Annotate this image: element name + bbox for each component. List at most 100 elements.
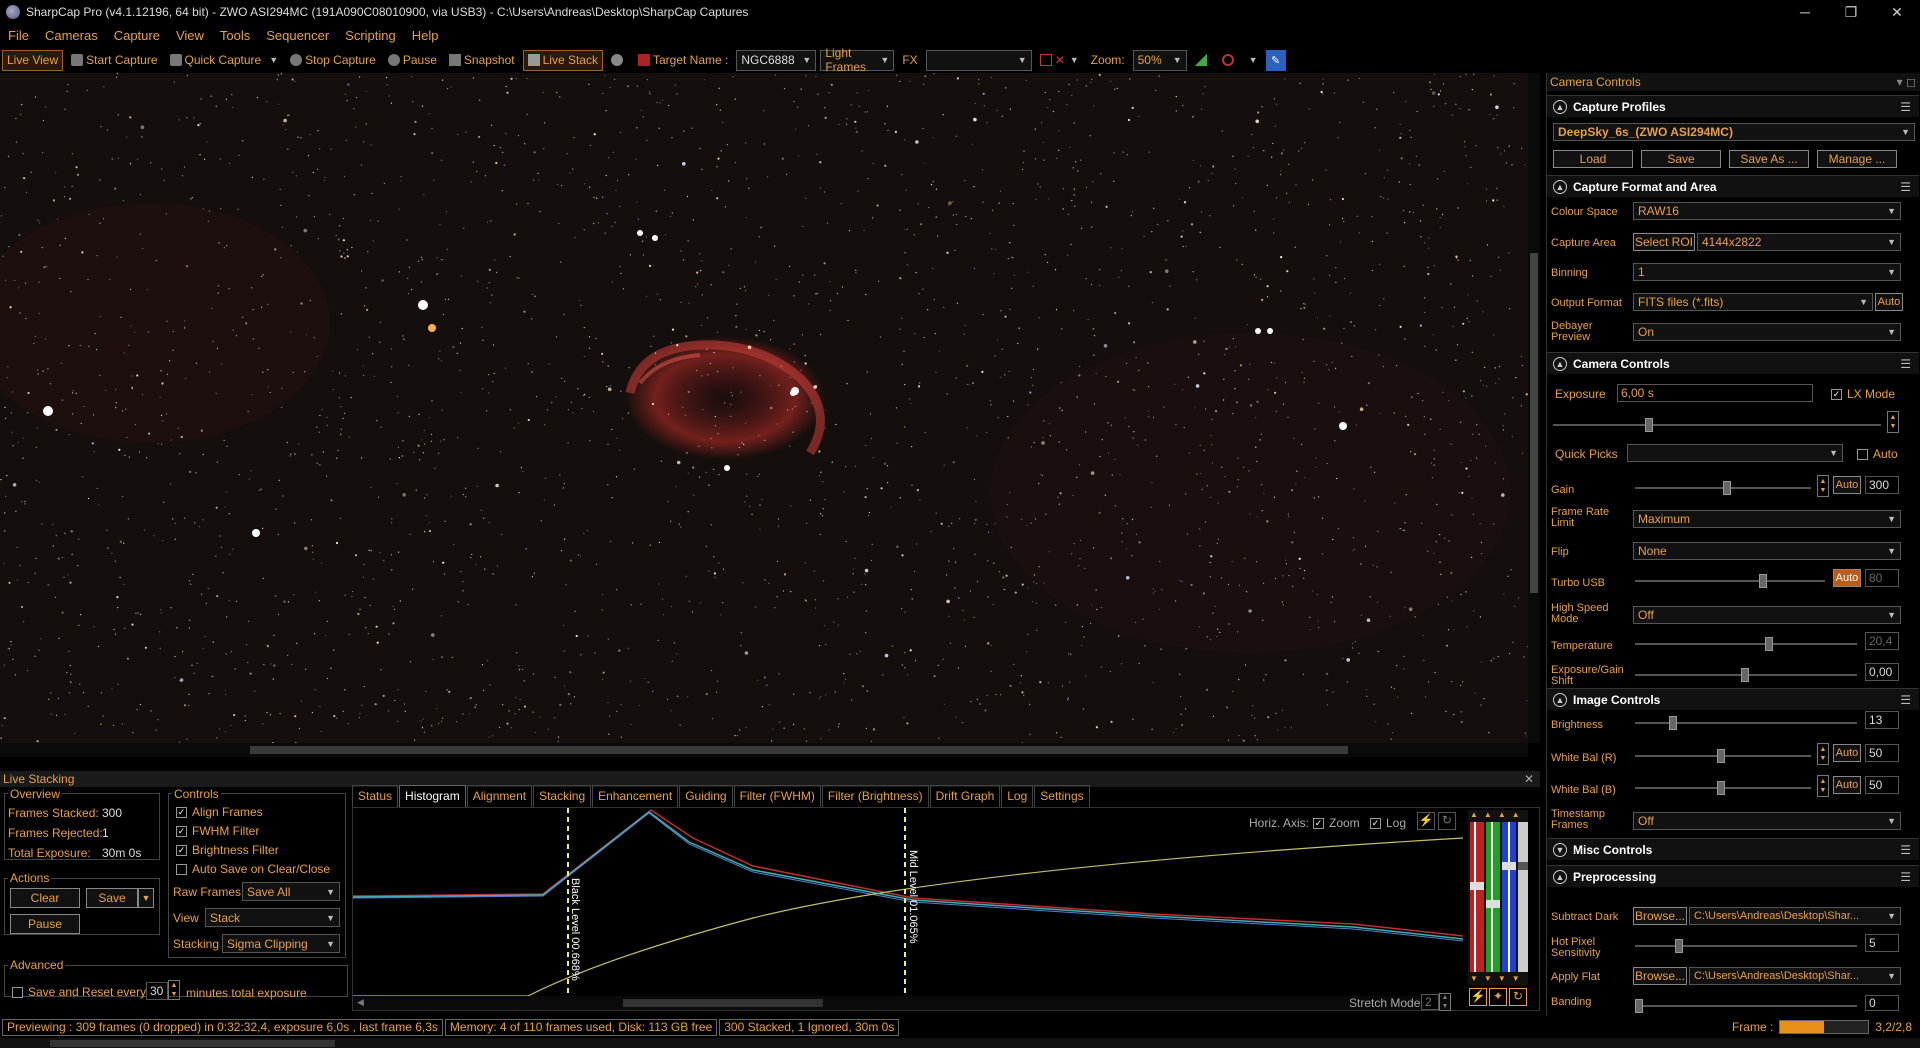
clear-button[interactable]: Clear (10, 888, 80, 908)
hot-pixel-value[interactable]: 5 (1865, 934, 1899, 952)
menu-icon[interactable]: ☰ (1900, 693, 1911, 707)
scroll-thumb[interactable] (50, 1040, 335, 1047)
reset-icon[interactable]: ↻ (1438, 812, 1456, 830)
expand-icon[interactable]: ▼ (1553, 842, 1567, 857)
auto-stretch-button-icon[interactable]: ⚡ (1469, 988, 1487, 1006)
tab-settings[interactable]: Settings (1034, 785, 1090, 807)
stretch-mode-input[interactable]: 2 (1421, 994, 1439, 1010)
minimize-button[interactable]: ─ (1782, 0, 1828, 24)
menu-view[interactable]: View (168, 28, 212, 43)
collapse-icon[interactable]: ▲ (1553, 179, 1567, 194)
save-as-profile-button[interactable]: Save As ... (1729, 150, 1809, 168)
stacking-select[interactable]: Sigma Clipping ▼ (222, 934, 340, 953)
chevron-left-icon[interactable]: ◀ (357, 997, 364, 1008)
guide-button[interactable]: ✎ (1265, 49, 1286, 71)
histogram-scrollbar[interactable]: ◀ (353, 996, 1450, 1010)
flip-select[interactable]: None ▼ (1633, 542, 1901, 560)
maximize-button[interactable]: ❐ (1828, 0, 1874, 24)
menu-sequencer[interactable]: Sequencer (258, 28, 337, 43)
close-button[interactable]: ✕ (1874, 0, 1920, 24)
wb-red-value[interactable]: 50 (1865, 744, 1899, 762)
image-viewer[interactable] (0, 73, 1528, 743)
turbo-usb-value[interactable]: 80 (1865, 569, 1899, 587)
histogram-button[interactable] (1191, 50, 1214, 71)
section-misc-controls[interactable]: ▼ Misc Controls ☰ (1547, 838, 1919, 860)
wb-red-auto-button[interactable]: Auto (1833, 744, 1861, 762)
histogram-panel[interactable]: Black Level 00.668% Mid Level 01.065% Ho… (352, 807, 1540, 1011)
wb-red-spinner[interactable]: ▲ ▼ (1817, 743, 1829, 765)
red-channel-slider[interactable] (1470, 822, 1484, 972)
splitter[interactable] (0, 757, 1540, 771)
reticle-button[interactable]: ✕ ▼ (1036, 50, 1083, 71)
menu-tools[interactable]: Tools (212, 28, 258, 43)
minutes-spinner[interactable]: ▲ ▼ (168, 980, 180, 1000)
auto-stretch-icon[interactable]: ⚡ (1417, 812, 1435, 830)
output-format-select[interactable]: FITS files (*.fits) ▼ (1633, 293, 1873, 311)
scroll-thumb[interactable] (623, 999, 823, 1007)
exposure-gain-shift-slider[interactable] (1635, 668, 1857, 682)
menu-icon[interactable]: ☰ (1900, 357, 1911, 371)
menu-help[interactable]: Help (404, 28, 447, 43)
exposure-slider[interactable] (1553, 418, 1881, 432)
sparkle-icon[interactable]: ✦ (1489, 988, 1507, 1006)
auto-save-checkbox[interactable]: Auto Save on Clear/Close (176, 862, 330, 876)
tab-filter-brightness[interactable]: Filter (Brightness) (821, 785, 929, 807)
menu-file[interactable]: File (0, 28, 37, 43)
collapse-icon[interactable]: ▲ (1553, 356, 1567, 371)
tab-filter-fwhm[interactable]: Filter (FWHM) (733, 785, 821, 807)
stop-capture-button[interactable]: Stop Capture (286, 50, 380, 71)
exposure-input[interactable]: 6,00 s (1617, 384, 1813, 402)
menu-icon[interactable]: ☰ (1900, 180, 1911, 194)
collapse-icon[interactable]: ▲ (1553, 869, 1567, 884)
tab-log[interactable]: Log (1001, 785, 1034, 807)
output-auto-button[interactable]: Auto (1875, 293, 1903, 311)
menu-icon[interactable]: ☰ (1900, 843, 1911, 857)
tab-drift-graph[interactable]: Drift Graph (929, 785, 1001, 807)
debayer-select[interactable]: On ▼ (1633, 323, 1901, 341)
close-icon[interactable]: ✕ (1524, 772, 1534, 786)
pause-button[interactable]: Pause (384, 50, 441, 71)
frame-rate-select[interactable]: Maximum ▼ (1633, 510, 1901, 528)
tab-stacking[interactable]: Stacking (533, 785, 592, 807)
wb-blue-auto-button[interactable]: Auto (1833, 776, 1861, 794)
snapshot-button[interactable]: Snapshot (445, 50, 519, 71)
collapse-icon[interactable]: ▲ (1553, 692, 1567, 707)
menu-icon[interactable]: ☰ (1900, 100, 1911, 114)
horizontal-scrollbar[interactable] (0, 743, 1528, 757)
green-channel-slider[interactable] (1486, 822, 1500, 972)
gain-spinner[interactable]: ▲ ▼ (1817, 475, 1829, 497)
stretch-mode-spinner[interactable]: ▲ ▼ (1439, 993, 1451, 1011)
view-select[interactable]: Stack ▼ (205, 908, 340, 927)
colour-space-select[interactable]: RAW16 ▼ (1633, 202, 1901, 220)
quick-capture-button[interactable]: Quick Capture ▼ (166, 50, 283, 71)
menu-icon[interactable]: ☰ (1900, 870, 1911, 884)
tab-status[interactable]: Status (352, 785, 399, 807)
zoom-select[interactable]: 50% ▼ (1132, 49, 1187, 71)
section-capture-format[interactable]: ▲ Capture Format and Area ☰ (1547, 175, 1919, 197)
tools-dropdown[interactable]: ▼ (1245, 50, 1262, 71)
gain-auto-button[interactable]: Auto (1833, 476, 1861, 494)
turbo-auto-button[interactable]: Auto (1833, 569, 1861, 587)
banding-value[interactable]: 0 (1865, 995, 1899, 1011)
live-stack-button[interactable]: Live Stack (522, 49, 603, 71)
frame-type-select[interactable]: Light Frames ▼ (820, 46, 895, 74)
section-capture-profiles[interactable]: ▲ Capture Profiles ☰ (1547, 95, 1919, 117)
menu-cameras[interactable]: Cameras (37, 28, 106, 43)
quick-picks-select[interactable]: ▼ (1627, 444, 1843, 462)
turbo-usb-slider[interactable] (1635, 574, 1825, 588)
reset-stretch-icon[interactable]: ↻ (1509, 988, 1527, 1006)
manage-profiles-button[interactable]: Manage ... (1817, 150, 1897, 168)
scroll-thumb[interactable] (250, 746, 1348, 754)
menu-capture[interactable]: Capture (106, 28, 168, 43)
flat-path-select[interactable]: C:\Users\Andreas\Desktop\Shar... ▼ (1689, 967, 1901, 985)
log-checkbox[interactable]: ✓ Log (1370, 816, 1406, 830)
exposure-gain-shift-value[interactable]: 0,00 (1865, 663, 1899, 681)
pause-stacking-button[interactable]: Pause (10, 914, 80, 934)
polar-align-button[interactable] (607, 50, 630, 71)
brightness-slider[interactable] (1635, 716, 1857, 730)
menu-scripting[interactable]: Scripting (337, 28, 404, 43)
dark-path-select[interactable]: C:\Users\Andreas\Desktop\Shar... ▼ (1689, 907, 1901, 925)
section-image-controls[interactable]: ▲ Image Controls ☰ (1547, 688, 1919, 710)
collapse-icon[interactable]: ▲ (1553, 99, 1567, 114)
gain-slider[interactable] (1635, 481, 1811, 495)
